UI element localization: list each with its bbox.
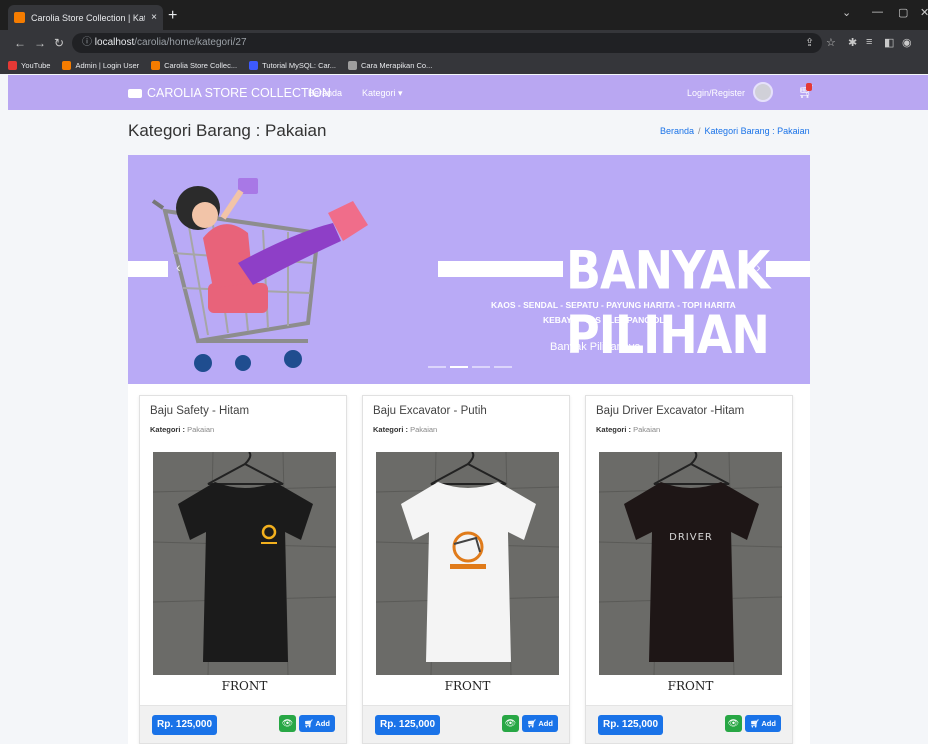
promo-carousel[interactable]: BANYAK PILIHAN KAOS - SENDAL - SEPATU - … [128,155,810,384]
info-icon: ⓘ [82,37,92,48]
back-arrow-icon[interactable]: ← [14,36,26,50]
banner-stripe [438,261,563,277]
eye-icon: 👁︎ [504,718,517,728]
product-name[interactable]: Baju Safety - Hitam [150,405,249,417]
cart-icon: 🛒︎ [750,719,760,728]
cart-icon: 🛒︎ [304,719,314,728]
login-register-link[interactable]: Login/Register [687,88,745,98]
view-product-button[interactable]: 👁︎ [502,715,519,732]
browser-tab-bar: Carolia Store Collection | Katego × + ⌄ … [0,0,928,30]
shirt-print-text: DRIVER [669,532,713,543]
product-name[interactable]: Baju Excavator - Putih [373,405,487,417]
add-to-cart-button[interactable]: 🛒︎ Add [745,715,781,732]
view-product-button[interactable]: 👁︎ [725,715,742,732]
price-badge: Rp. 125,000 [375,715,441,735]
site-favicon-icon [151,60,161,70]
add-to-cart-button[interactable]: 🛒︎ Add [299,715,335,732]
cart-icon: 🛒︎ [527,719,537,728]
page-title: Kategori Barang : Pakaian [128,121,327,140]
forward-arrow-icon[interactable]: → [34,36,46,50]
breadcrumb-separator: / [698,126,701,136]
product-image[interactable]: DRIVER [599,452,782,675]
side-panel-icon[interactable]: ◧ [884,36,894,49]
bookmark-star-icon[interactable]: ☆ [826,36,836,49]
carousel-prev-icon[interactable]: ‹ [176,259,181,275]
store-logo-icon [128,88,142,98]
profile-icon[interactable]: ◉ [902,36,912,49]
minimize-window-icon[interactable]: — [872,6,883,18]
price-badge: Rp. 125,000 [598,715,664,735]
browser-tab[interactable]: Carolia Store Collection | Katego × [8,5,163,30]
bookmark-admin-login[interactable]: Admin | Login User [62,60,139,70]
tab-close-icon[interactable]: × [151,12,157,23]
nav-beranda-link[interactable]: Beranda [308,88,342,98]
extensions-icon[interactable]: ✱ [848,36,857,49]
product-image-label: FRONT [599,675,782,695]
view-product-button[interactable]: 👁︎ [279,715,296,732]
breadcrumb: Beranda / Kategori Barang : Pakaian [660,126,810,136]
eye-icon: 👁︎ [281,718,294,728]
site-navbar: CAROLIA STORE COLLECTION Beranda Kategor… [8,75,928,110]
product-category: Kategori : Pakaian [596,425,661,434]
product-card: Baju Excavator - Putih Kategori : Pakaia… [362,395,570,744]
carousel-indicator[interactable] [472,366,490,368]
product-card-footer: Rp. 125,000 👁︎ 🛒︎ Add [586,705,792,743]
tab-search-chevron-icon[interactable]: ⌄ [842,6,851,19]
youtube-icon [8,60,17,70]
browser-toolbar: ← → ↻ ⓘ localhost/carolia/home/kategori/… [0,30,928,56]
product-image[interactable] [376,452,559,675]
carousel-caption: Banyak Pilihannya [550,341,641,353]
product-image-label: FRONT [376,675,559,695]
bookmarks-bar: YouTube Admin | Login User Carolia Store… [0,56,928,74]
bookmark-tutorial-mysql[interactable]: Tutorial MySQL: Car... [249,60,336,70]
url-host: localhost [94,37,135,48]
nav-kategori-dropdown[interactable]: Kategori ▾ [362,88,403,99]
restore-window-icon[interactable]: ▢ [898,6,908,19]
cart-badge [806,83,812,91]
arrow-icon [348,60,358,70]
banner-subtitle-line1: KAOS - SENDAL - SEPATU - PAYUNG HARITA -… [491,300,736,310]
address-bar-input[interactable]: ⓘ localhost/carolia/home/kategori/27 [72,33,822,53]
bookmark-youtube[interactable]: YouTube [8,60,50,70]
eye-icon: 👁︎ [727,718,740,728]
product-name[interactable]: Baju Driver Excavator -Hitam [596,405,744,417]
reading-list-icon[interactable]: ≡ [866,36,872,48]
bookmark-cara-merapikan[interactable]: Cara Merapikan Co... [348,60,432,70]
product-card: Baju Safety - Hitam Kategori : Pakaian F… [139,395,347,744]
product-card: Baju Driver Excavator -Hitam Kategori : … [585,395,793,744]
carousel-indicator-active[interactable] [450,366,468,368]
banner-subtitle-line2: KEBAYA - TAS SLEMPANG DLL [543,315,670,325]
carousel-indicators [428,366,512,368]
new-tab-button[interactable]: + [168,7,177,25]
add-to-cart-button[interactable]: 🛒︎ Add [522,715,558,732]
close-window-icon[interactable]: ✕ [920,6,928,19]
product-image-label: FRONT [153,675,336,695]
carousel-indicator[interactable] [494,366,512,368]
reload-icon[interactable]: ↻ [54,36,64,50]
site-favicon-icon [14,12,25,23]
brand-link[interactable]: CAROLIA STORE COLLECTION [128,86,331,100]
bookmark-carolia-store[interactable]: Carolia Store Collec... [151,60,237,70]
product-card-footer: Rp. 125,000 👁︎ 🛒︎ Add [140,705,346,743]
avatar[interactable] [753,82,773,102]
share-icon[interactable]: ⇪ [805,36,814,49]
price-badge: Rp. 125,000 [152,715,218,735]
product-card-footer: Rp. 125,000 👁︎ 🛒︎ Add [363,705,569,743]
product-image[interactable] [153,452,336,675]
product-category: Kategori : Pakaian [150,425,215,434]
url-path: /carolia/home/kategori/27 [134,37,247,48]
breadcrumb-home[interactable]: Beranda [660,126,694,136]
carousel-indicator[interactable] [428,366,446,368]
cart-icon[interactable]: 🛒︎ [798,83,815,100]
tab-title: Carolia Store Collection | Katego [31,12,146,23]
product-category: Kategori : Pakaian [373,425,438,434]
breadcrumb-current: Kategori Barang : Pakaian [704,126,810,136]
carousel-next-icon[interactable]: › [756,259,761,275]
site-favicon-icon [62,60,72,70]
site-favicon-icon [249,60,259,70]
brand-name: CAROLIA STORE COLLECTION [147,86,331,100]
